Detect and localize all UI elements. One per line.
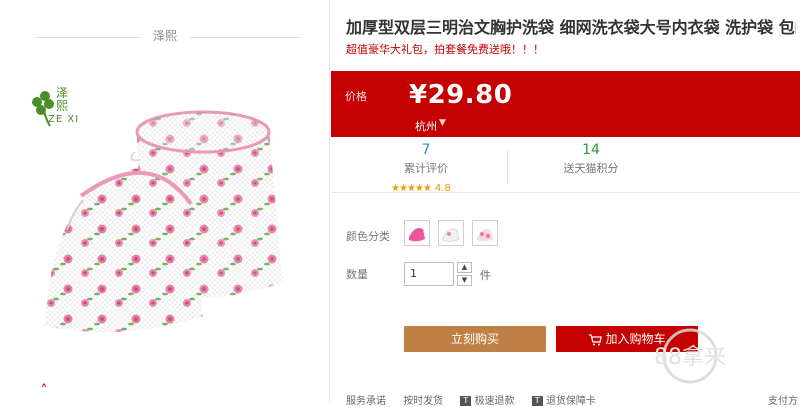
quantity-decrease-icon[interactable]: ▼ — [457, 275, 472, 286]
quantity-label: 数量 — [346, 268, 368, 281]
divider — [36, 37, 140, 38]
product-image[interactable] — [25, 100, 305, 350]
quantity-input[interactable]: 1 — [404, 262, 454, 286]
cart-icon — [589, 333, 603, 345]
watermark-text: 88拿来 — [654, 344, 726, 370]
quantity-increase-icon[interactable]: ▲ — [457, 262, 472, 273]
points-label: 送天猫积分 — [563, 162, 619, 175]
chevron-down-icon[interactable]: ▼ — [439, 118, 446, 128]
quantity-unit: 件 — [480, 269, 491, 282]
points-count: 14 送天猫积分 — [546, 142, 636, 176]
rating-score: 4.8 — [434, 183, 451, 194]
white-bag-thumbnail — [442, 228, 460, 242]
product-gallery: 泽熙 泽熙 ZE XI ˄ — [0, 0, 330, 402]
review-count-label: 累计评价 — [404, 162, 448, 175]
price-label: 价格 — [345, 90, 367, 103]
payment-label: 支付方 — [768, 396, 798, 407]
buy-now-button[interactable]: 立刻购买 — [404, 326, 546, 352]
star-rating-icon: ★★★★★ — [391, 183, 432, 194]
color-swatch-rose[interactable] — [472, 220, 498, 246]
color-swatch-pink[interactable] — [404, 220, 430, 246]
points-value: 14 — [582, 142, 600, 158]
price-value: ¥29.80 — [409, 80, 513, 110]
product-stats: 7 累计评价 14 送天猫积分 ★★★★★ 4.8 — [331, 142, 800, 194]
rose-bag-thumbnail — [477, 229, 493, 242]
service-badge-icon: T — [531, 396, 543, 406]
divider — [507, 150, 508, 184]
product-title: 加厚型双层三明治文胸护洗袋 细网洗衣袋大号内衣袋 洗护袋 包邮 — [346, 18, 796, 37]
review-count-value: 7 — [421, 142, 431, 158]
rating: ★★★★★ 4.8 — [391, 183, 451, 194]
review-count[interactable]: 7 累计评价 — [386, 142, 466, 176]
pink-bag-thumbnail — [409, 228, 425, 242]
shipping-location[interactable]: 杭州 — [415, 118, 437, 134]
watermark-logo: 88拿来 — [654, 328, 726, 384]
service-badge-icon: T — [460, 396, 472, 406]
color-swatch-white[interactable] — [438, 220, 464, 246]
divider — [190, 37, 300, 38]
shop-name[interactable]: 泽熙 — [147, 27, 183, 44]
price-banner: 价格 ¥29.80 杭州 ▼ — [331, 71, 800, 137]
product-subtitle: 超值豪华大礼包，拍套餐免费送哦！！！ — [346, 43, 544, 56]
thumbnail-scroll-up-icon[interactable]: ˄ — [36, 384, 52, 398]
color-option-label: 颜色分类 — [346, 230, 390, 243]
service-promises: 服务承诺 按时发货 T 极速退款 T 退货保障卡 支付方 — [346, 392, 800, 407]
